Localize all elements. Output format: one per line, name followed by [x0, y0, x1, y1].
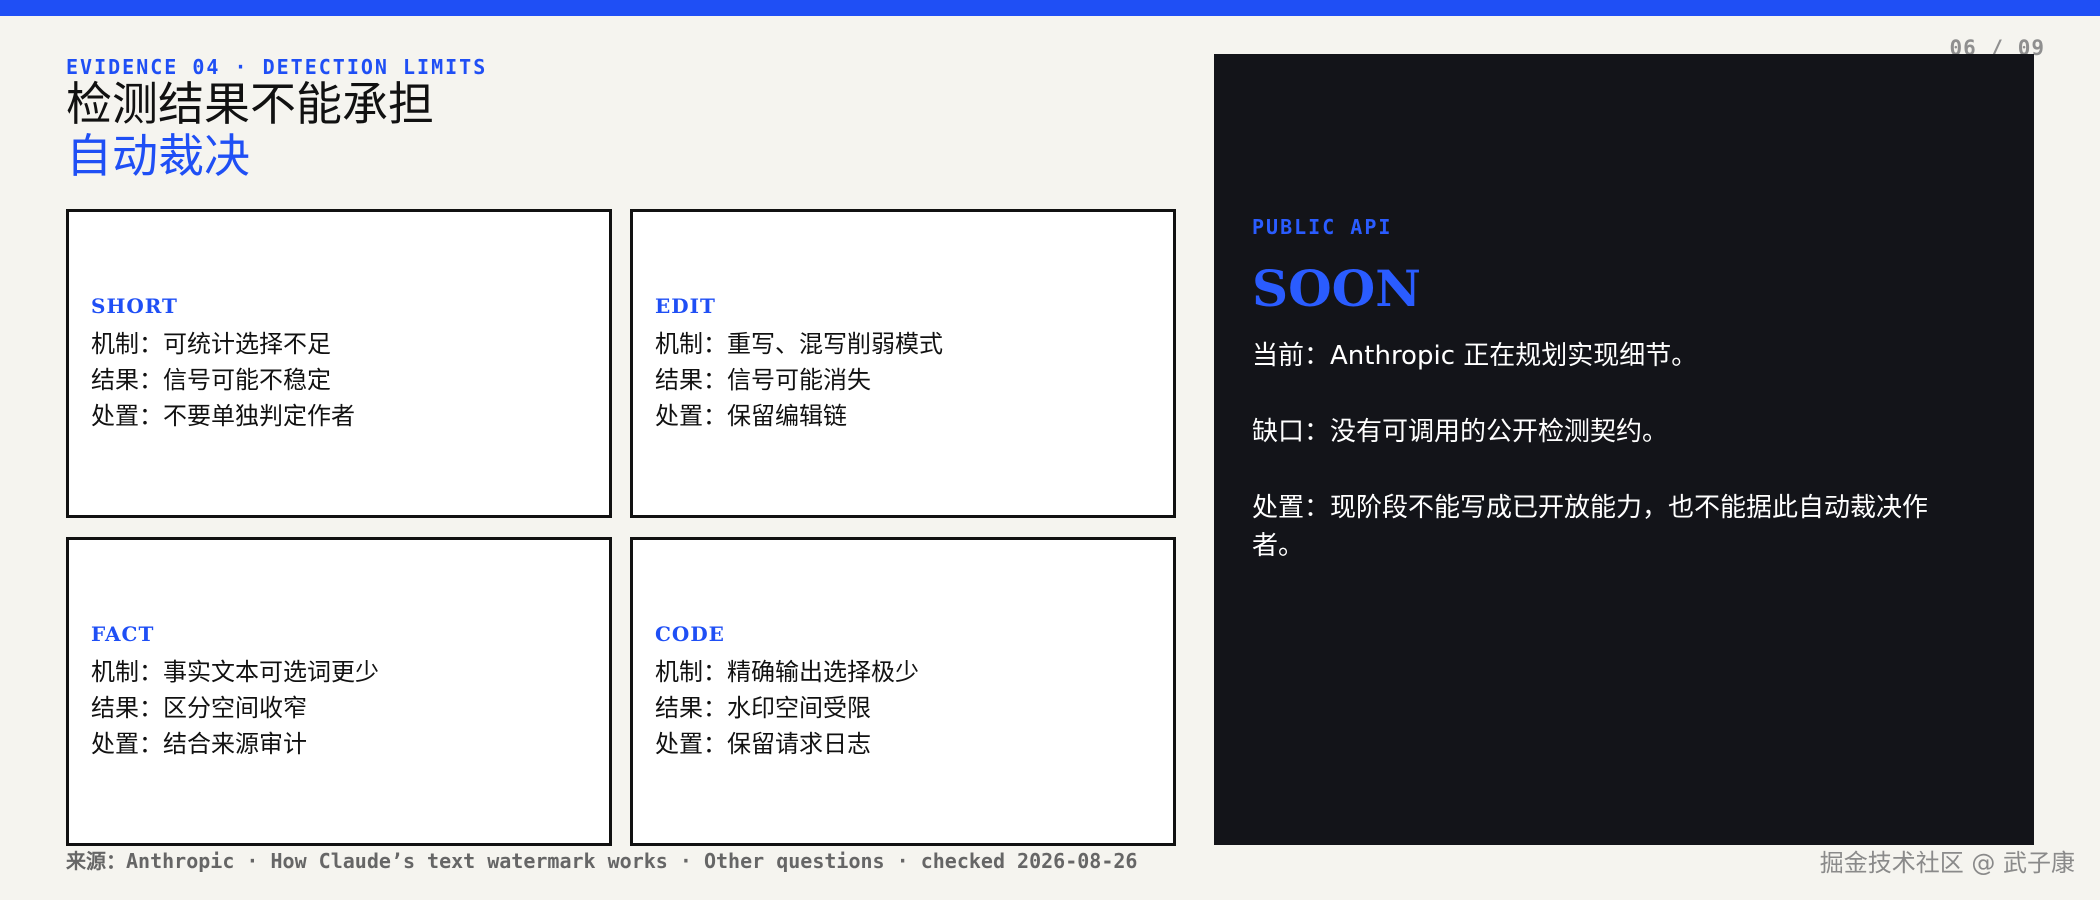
card-label: SHORT: [91, 293, 178, 318]
card-action: 处置：结合来源审计: [91, 729, 307, 758]
card-code: CODE 机制：精确输出选择极少 结果：水印空间受限 处置：保留请求日志: [630, 537, 1176, 846]
public-api-panel: PUBLIC API SOON 当前：Anthropic 正在规划实现细节。 缺…: [1214, 54, 2034, 845]
source-citation: 来源：Anthropic · How Claude’s text waterma…: [66, 849, 1138, 873]
card-mechanism: 机制：可统计选择不足: [91, 329, 331, 358]
section-eyebrow: EVIDENCE 04 · DETECTION LIMITS: [66, 55, 488, 79]
card-label: CODE: [655, 621, 725, 646]
card-result: 结果：信号可能消失: [655, 365, 871, 394]
card-action: 处置：保留请求日志: [655, 729, 871, 758]
card-label: FACT: [91, 621, 155, 646]
card-result: 结果：区分空间收窄: [91, 693, 307, 722]
card-short: SHORT 机制：可统计选择不足 结果：信号可能不稳定 处置：不要单独判定作者: [66, 209, 612, 518]
card-action: 处置：不要单独判定作者: [91, 401, 355, 430]
panel-status: SOON: [1252, 258, 1421, 318]
card-result: 结果：水印空间受限: [655, 693, 871, 722]
top-accent-bar: [0, 0, 2100, 16]
panel-action: 处置：现阶段不能写成已开放能力，也不能据此自动裁决作者。: [1252, 492, 1929, 561]
site-watermark: 掘金技术社区 @ 武子康: [1819, 849, 2075, 877]
card-mechanism: 机制：重写、混写削弱模式: [655, 329, 943, 358]
card-edit: EDIT 机制：重写、混写削弱模式 结果：信号可能消失 处置：保留编辑链: [630, 209, 1176, 518]
card-result: 结果：信号可能不稳定: [91, 365, 331, 394]
card-mechanism: 机制：精确输出选择极少: [655, 657, 919, 686]
panel-current: 当前：Anthropic 正在规划实现细节。: [1252, 340, 1698, 371]
card-fact: FACT 机制：事实文本可选词更少 结果：区分空间收窄 处置：结合来源审计: [66, 537, 612, 846]
card-mechanism: 机制：事实文本可选词更少: [91, 657, 379, 686]
slide-title: 检测结果不能承担 自动裁决: [66, 78, 434, 182]
title-line-2: 自动裁决: [66, 129, 250, 183]
card-label: EDIT: [655, 293, 716, 318]
title-line-1: 检测结果不能承担: [66, 77, 434, 131]
panel-eyebrow: PUBLIC API: [1252, 214, 1393, 239]
card-action: 处置：保留编辑链: [655, 401, 847, 430]
panel-gap: 缺口：没有可调用的公开检测契约。: [1252, 416, 1669, 447]
